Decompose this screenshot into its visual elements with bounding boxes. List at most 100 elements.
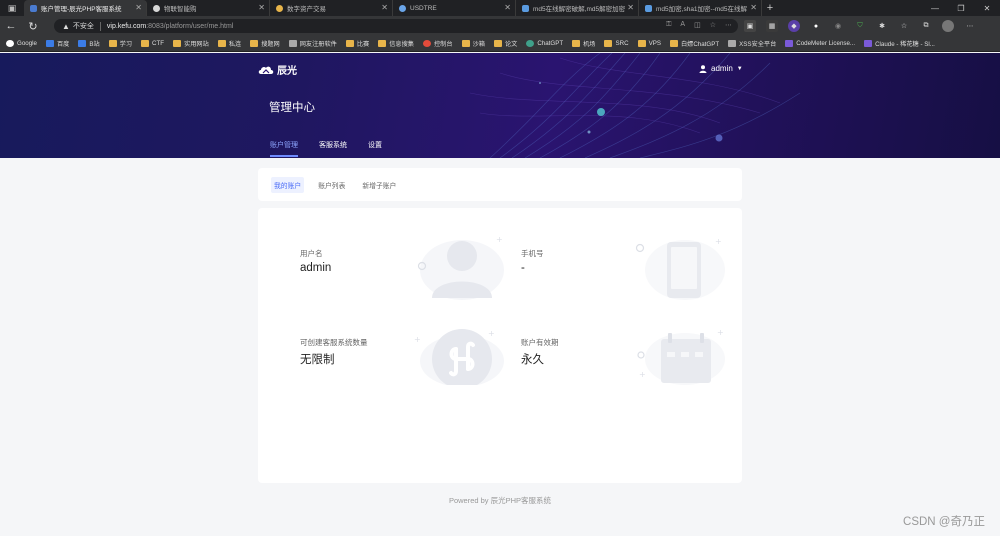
bookmark-item[interactable]: 学习 — [108, 39, 132, 48]
tab-favicon-icon — [153, 4, 160, 12]
subtab-add-sub-account[interactable]: 新增子账户 — [359, 177, 399, 193]
close-icon[interactable]: ✕ — [627, 3, 634, 12]
extension-icon[interactable]: ◉ — [832, 20, 844, 32]
bookmark-label: 实用网站 — [184, 41, 209, 48]
user-menu[interactable]: admin ▼ — [699, 64, 743, 73]
minimize-icon[interactable]: — — [922, 0, 948, 16]
bookmark-label: 机场 — [583, 41, 596, 48]
tab-account-management[interactable]: 账户管理 — [270, 140, 298, 158]
extension-icon[interactable]: ▣ — [744, 20, 756, 32]
bookmark-label: 沙箱 — [472, 41, 485, 48]
browser-tab[interactable]: USDTRE ✕ — [393, 0, 516, 16]
reload-icon[interactable]: ↻ — [22, 16, 44, 36]
bookmark-label: SRC — [615, 40, 629, 47]
bookmark-item[interactable]: 比赛 — [345, 39, 370, 48]
bookmark-label: XSS安全平台 — [739, 41, 777, 48]
new-tab-button[interactable]: + — [762, 0, 778, 16]
bookmark-item[interactable]: 百度 — [45, 39, 69, 48]
bookmark-item[interactable]: CTF — [141, 40, 164, 47]
extensions-bar: ▣ ▦ ◆ ● ◉ ⛉ ✱ ☆ ⧉ ⋯ — [744, 20, 976, 32]
url-host: vip.kefu.com — [106, 22, 147, 30]
browser-tab-bar: ▣ 账户管理-辰光PHP客服系统 ✕ 物联智能购 ✕ 数字资产交易 ✕ USDT… — [0, 0, 1000, 16]
browser-tab[interactable]: md5在线解密破解,md5解密加密 ✕ — [516, 0, 639, 16]
extension-icon[interactable]: ● — [810, 20, 822, 32]
quota-info: 可创建客服系统数量 无限制 + + — [300, 329, 520, 409]
bookmark-item[interactable]: 控制台 — [423, 39, 453, 48]
bookmark-favicon-icon — [45, 40, 54, 47]
validity-info: 账户有效期 永久 + + — [521, 328, 741, 409]
browser-tab[interactable]: 物联智能购 ✕ — [147, 0, 270, 16]
bookmark-label: 白嫖ChatGPT — [680, 41, 720, 48]
collections-icon[interactable]: ⧉ — [920, 20, 932, 32]
favorites-icon[interactable]: ☆ — [898, 20, 910, 32]
extension-icon[interactable]: ◆ — [788, 20, 800, 32]
favorite-add-icon[interactable]: ☆ — [710, 21, 716, 29]
bookmark-item[interactable]: 实用网站 — [173, 39, 209, 48]
close-icon[interactable]: ✕ — [381, 3, 388, 12]
bookmark-item[interactable]: 网友注册软件 — [288, 39, 337, 48]
bookmark-item[interactable]: 机场 — [572, 39, 595, 48]
browser-tab[interactable]: md5加密,sha1加密--md5在线解 ✕ — [639, 0, 762, 16]
puzzle-icon[interactable]: ✱ — [876, 20, 888, 32]
shield-icon[interactable]: ⛉ — [854, 20, 866, 32]
bookmark-item[interactable]: 信息搜集 — [378, 39, 414, 48]
subtab-account-list[interactable]: 账户列表 — [315, 177, 348, 193]
more-icon[interactable]: ⋯ — [964, 20, 976, 32]
close-icon[interactable]: ✕ — [258, 3, 265, 12]
bookmarks-bar: Google 百度 B站 学习 CTF 实用网站 私连 搜题网 网友注册软件 比赛 信息搜集 控制台 沙… — [0, 36, 1000, 52]
close-icon[interactable]: ✕ — [750, 3, 757, 12]
close-window-icon[interactable]: ✕ — [974, 0, 1000, 16]
quota-value: 无限制 — [300, 354, 335, 366]
page-title: 管理中心 — [269, 102, 315, 114]
window-controls: — ❐ ✕ — [922, 0, 1000, 16]
brand-logo[interactable]: 辰光 — [258, 62, 297, 77]
svg-text:+: + — [639, 370, 646, 379]
bookmark-item[interactable]: CodeMeter License... — [785, 40, 855, 47]
bookmark-item[interactable]: VPS — [637, 40, 661, 47]
cloud-logo-icon — [258, 66, 274, 74]
bookmark-item[interactable]: 沙箱 — [461, 39, 485, 48]
account-info-card: 用户名 admin + 手机号 - + 可创建客服系统数量 无限制 + + 账户… — [258, 208, 742, 483]
bookmark-label: Google — [17, 40, 37, 47]
bookmark-item[interactable]: B站 — [78, 39, 100, 48]
browser-toolbar: ← ↻ ▲ 不安全 vip.kefu.com:8083/platform/use… — [0, 16, 1000, 36]
back-arrow-icon[interactable]: ← — [0, 16, 22, 36]
bookmark-item[interactable]: Claude - 稀花糖 - Sl... — [864, 39, 935, 48]
username-info: 用户名 admin + — [300, 235, 520, 320]
warning-icon[interactable]: ▲ — [62, 22, 70, 31]
bookmark-item[interactable]: 私连 — [217, 39, 241, 48]
omnibox-actions: ⚿ A ◫ ☆ ⋯ — [666, 21, 732, 29]
tab-settings[interactable]: 设置 — [368, 140, 382, 158]
browser-tab[interactable]: 数字资产交易 ✕ — [270, 0, 393, 16]
security-label[interactable]: 不安全 — [73, 21, 94, 31]
tab-favicon-icon — [522, 4, 529, 12]
bookmark-item[interactable]: 搜题网 — [250, 39, 280, 48]
bookmark-favicon-icon — [785, 40, 794, 47]
address-bar[interactable]: ▲ 不安全 vip.kefu.com:8083/platform/user/me… — [54, 19, 738, 33]
extension-icon[interactable]: ▦ — [766, 20, 778, 32]
avatar[interactable] — [942, 20, 954, 32]
bookmark-item[interactable]: Google — [6, 40, 37, 47]
bookmark-item[interactable]: 白嫖ChatGPT — [669, 39, 720, 48]
tab-customer-service[interactable]: 客服系统 — [319, 140, 347, 158]
bookmark-item[interactable]: ChatGPT — [526, 40, 563, 47]
restore-icon[interactable]: ❐ — [948, 0, 974, 16]
split-screen-icon[interactable]: ◫ — [694, 21, 701, 29]
close-icon[interactable]: ✕ — [504, 3, 511, 12]
bookmark-label: CTF — [152, 40, 165, 47]
folder-icon — [250, 40, 259, 47]
bookmark-item[interactable]: 论文 — [493, 39, 517, 48]
close-icon[interactable]: ✕ — [135, 3, 142, 12]
tab-actions-icon[interactable]: ▣ — [0, 0, 24, 16]
folder-icon — [345, 40, 354, 47]
more-icon[interactable]: ⋯ — [725, 21, 732, 29]
bookmark-item[interactable]: SRC — [604, 40, 629, 47]
subtab-my-account[interactable]: 我的账户 — [271, 176, 305, 193]
calendar-icon: + + — [637, 328, 725, 385]
bookmark-label: 比赛 — [356, 41, 370, 48]
bookmark-item[interactable]: XSS安全平台 — [728, 39, 776, 48]
read-aloud-icon[interactable]: A — [680, 21, 685, 29]
key-icon[interactable]: ⚿ — [666, 21, 671, 29]
browser-tab[interactable]: 账户管理-辰光PHP客服系统 ✕ — [24, 0, 147, 16]
bookmark-favicon-icon — [526, 40, 535, 47]
